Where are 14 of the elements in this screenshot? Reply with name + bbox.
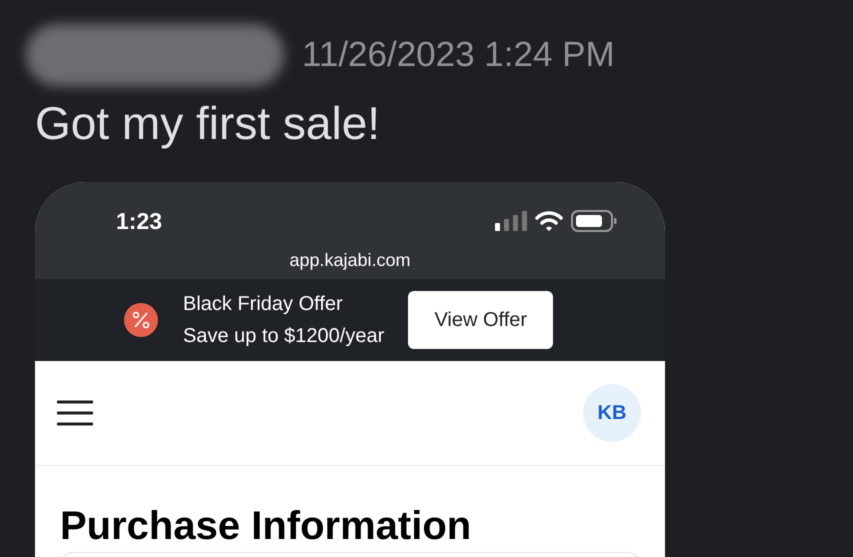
avatar[interactable]: KB xyxy=(583,384,641,442)
wifi-icon xyxy=(535,211,563,232)
banner-title: Black Friday Offer xyxy=(183,292,344,317)
battery-icon xyxy=(571,210,617,232)
url-text: app.kajabi.com xyxy=(289,248,411,272)
discount-tag-icon xyxy=(123,302,159,338)
signal-icon xyxy=(495,211,527,232)
message-text: Got my first sale! xyxy=(35,96,382,151)
status-time: 1:23 xyxy=(116,207,162,236)
message-timestamp: 11/26/2023 1:24 PM xyxy=(302,34,615,76)
menu-icon[interactable] xyxy=(57,400,93,426)
view-offer-button[interactable]: View Offer xyxy=(408,291,554,349)
banner-subtitle: Save up to $1200/year xyxy=(183,324,384,349)
page-title: Purchase Information xyxy=(60,504,472,548)
